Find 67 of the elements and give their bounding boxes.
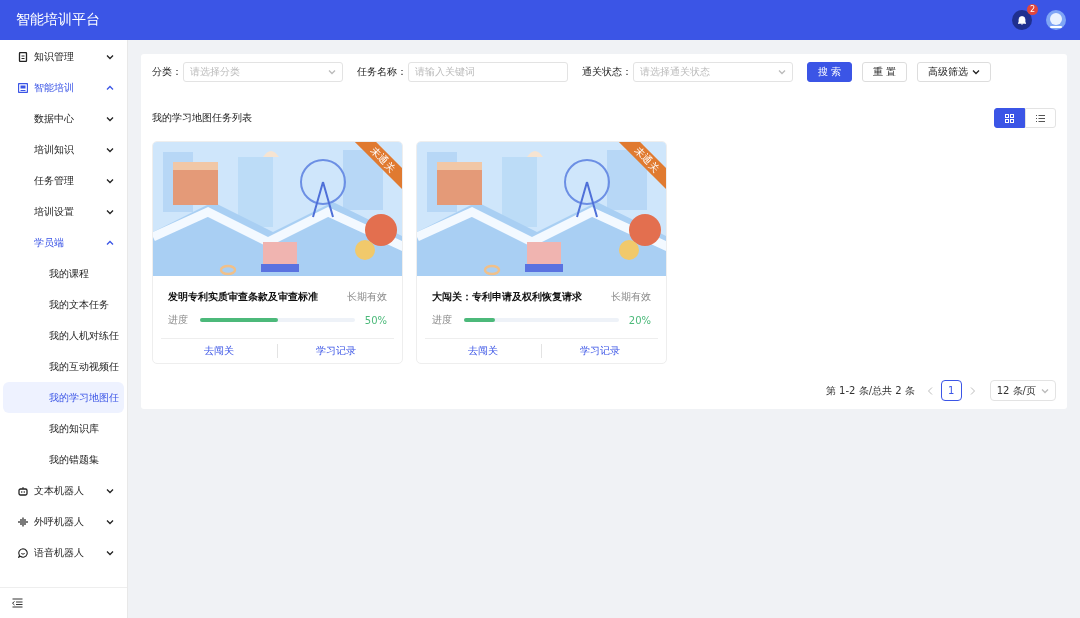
validity-label: 长期有效 bbox=[347, 290, 387, 305]
list-view-button[interactable] bbox=[1025, 108, 1056, 128]
chevron-down-icon bbox=[106, 486, 114, 495]
chevron-down-icon bbox=[106, 548, 114, 557]
filter-label: 通关状态： bbox=[582, 65, 632, 79]
progress-label: 进度 bbox=[168, 313, 188, 328]
card-link[interactable]: 去闯关 bbox=[425, 344, 541, 359]
list-icon bbox=[1036, 113, 1045, 123]
menu-item[interactable]: 培训知识 bbox=[3, 134, 124, 165]
progress-percent: 20% bbox=[627, 314, 651, 326]
menu-item[interactable]: 我的错题集 bbox=[3, 444, 124, 475]
chevron-down-icon bbox=[106, 52, 114, 61]
notification-button[interactable] bbox=[1012, 10, 1032, 30]
task-title: 发明专利实质审查条款及审查标准 bbox=[168, 290, 318, 305]
card-link[interactable]: 去闯关 bbox=[161, 344, 277, 359]
collapse-menu-icon[interactable] bbox=[12, 598, 23, 608]
grid-view-button[interactable] bbox=[994, 108, 1025, 128]
chevron-up-icon bbox=[106, 83, 114, 92]
task-title: 大闯关：专利申请及权利恢复请求 bbox=[432, 290, 582, 305]
filter-label: 分类： bbox=[152, 65, 182, 79]
action-button[interactable]: 重 置 bbox=[862, 62, 908, 82]
menu-item[interactable]: 外呼机器人 bbox=[3, 506, 124, 537]
menu-item[interactable]: 我的人机对练任 bbox=[3, 320, 124, 351]
progress-percent: 50% bbox=[363, 314, 387, 326]
chevron-down-icon bbox=[106, 114, 114, 123]
notification-badge: 2 bbox=[1027, 4, 1038, 15]
monitor-icon bbox=[18, 82, 28, 93]
menu-item[interactable]: 我的文本任务 bbox=[3, 289, 124, 320]
chevron-up-icon bbox=[106, 238, 114, 247]
chevron-down-icon bbox=[1041, 386, 1049, 395]
validity-label: 长期有效 bbox=[611, 290, 651, 305]
page-number-button[interactable]: 1 bbox=[940, 380, 962, 401]
card-link[interactable]: 学习记录 bbox=[541, 344, 658, 359]
filter-dropdown-button[interactable]: 高级筛选 bbox=[917, 62, 992, 82]
document-icon bbox=[18, 51, 28, 62]
menu-item[interactable]: 学员端 bbox=[3, 227, 124, 258]
menu-item[interactable]: 我的课程 bbox=[3, 258, 124, 289]
menu-item[interactable]: 培训设置 bbox=[3, 196, 124, 227]
progress-label: 进度 bbox=[432, 313, 452, 328]
pagination-summary: 第 1-2 条/总共 2 条 bbox=[825, 383, 915, 398]
menu-item[interactable]: 知识管理 bbox=[3, 41, 124, 72]
chevron-down-icon bbox=[106, 145, 114, 154]
menu-item[interactable]: 智能培训 bbox=[3, 72, 124, 103]
chevron-down-icon bbox=[778, 68, 786, 76]
app-title: 智能培训平台 bbox=[16, 11, 101, 29]
chat-bubble-icon bbox=[18, 547, 28, 558]
menu-item[interactable]: 语音机器人 bbox=[3, 537, 124, 568]
action-button[interactable]: 搜 索 bbox=[807, 62, 853, 82]
chevron-down-icon bbox=[972, 68, 981, 76]
bell-icon bbox=[1017, 15, 1027, 25]
card-link[interactable]: 学习记录 bbox=[277, 344, 394, 359]
menu-item[interactable]: 我的学习地图任 bbox=[3, 382, 124, 413]
page-size-select[interactable]: 12 条/页 bbox=[989, 380, 1056, 401]
avatar-icon[interactable] bbox=[1046, 10, 1066, 30]
list-title: 我的学习地图任务列表 bbox=[152, 111, 252, 125]
filter-label: 任务名称： bbox=[357, 65, 407, 79]
menu-item[interactable]: 文本机器人 bbox=[3, 475, 124, 506]
menu-item[interactable]: 任务管理 bbox=[3, 165, 124, 196]
robot-icon bbox=[18, 485, 28, 496]
menu-item[interactable]: 数据中心 bbox=[3, 103, 124, 134]
chevron-down-icon bbox=[106, 207, 114, 216]
menu-item[interactable]: 我的知识库 bbox=[3, 413, 124, 444]
chevron-down-icon bbox=[328, 68, 336, 76]
menu-item[interactable]: 我的互动视频任 bbox=[3, 351, 124, 382]
chevron-down-icon bbox=[106, 517, 114, 526]
grid-icon bbox=[1005, 113, 1014, 123]
chevron-down-icon bbox=[106, 176, 114, 185]
